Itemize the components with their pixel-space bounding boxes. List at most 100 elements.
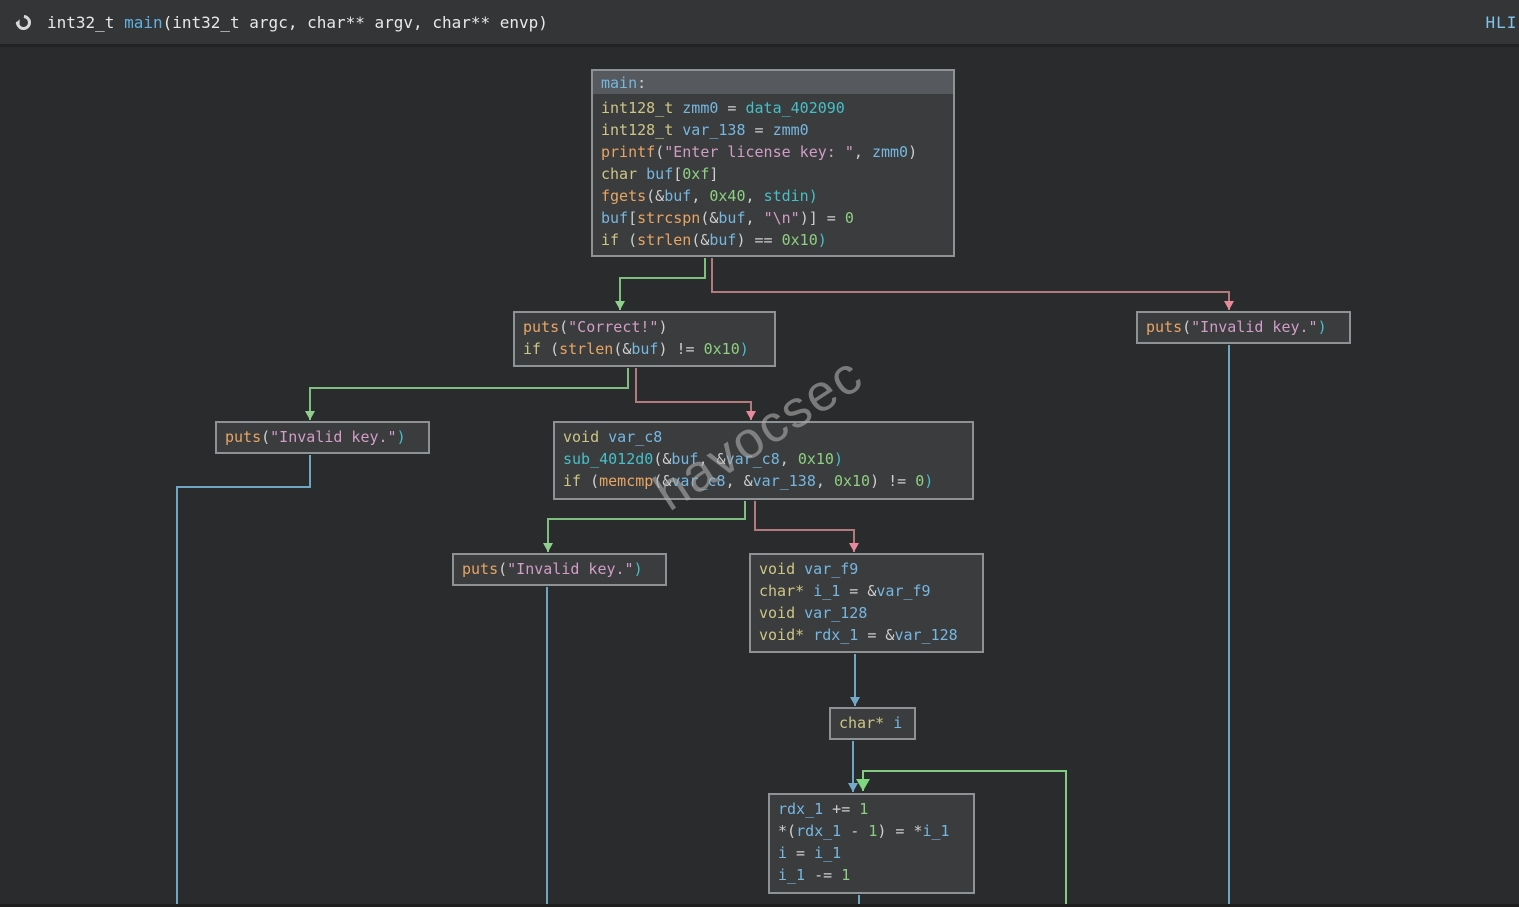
token-var: rdx_1: [813, 626, 858, 644]
token-op: (: [541, 340, 559, 358]
token-op: =: [787, 844, 814, 862]
token-var: var_f9: [876, 582, 930, 600]
token-kw: void: [759, 604, 795, 622]
code-line[interactable]: puts("Invalid key."): [225, 426, 420, 448]
token-op: [: [628, 209, 637, 227]
token-kw: void: [563, 428, 599, 446]
token-str: "Invalid key.": [507, 560, 633, 578]
block-body: void var_c8sub_4012d0(&buf, &var_c8, 0x1…: [555, 423, 972, 496]
token-op: ): [658, 318, 667, 336]
token-op: (&: [691, 231, 709, 249]
token-fn: puts: [523, 318, 559, 336]
token-op: (&: [653, 472, 671, 490]
token-op: )] =: [800, 209, 845, 227]
edge-correct-to-invalid_left: [310, 368, 628, 420]
token-op: ,: [780, 450, 798, 468]
token-kw: int128_t: [601, 99, 673, 117]
token-var: var_128: [804, 604, 867, 622]
token-var: var_c8: [726, 450, 780, 468]
token-kw: if: [601, 231, 619, 249]
token-op: [599, 428, 608, 446]
block-body: puts("Invalid key."): [454, 555, 665, 584]
token-op: , &: [726, 472, 753, 490]
token-op: [673, 99, 682, 117]
code-line[interactable]: char buf[0xf]: [601, 163, 945, 185]
code-line[interactable]: void var_c8: [563, 426, 964, 448]
token-var: buf: [631, 340, 658, 358]
code-line[interactable]: char* i: [839, 712, 906, 734]
token-str: "Enter license key: ": [664, 143, 854, 161]
token-op: +=: [823, 800, 859, 818]
token-sym: stdin: [764, 187, 809, 205]
code-line[interactable]: i = i_1: [778, 842, 965, 864]
token-kw: char: [601, 165, 637, 183]
code-line[interactable]: void var_f9: [759, 558, 974, 580]
token-sym: ): [740, 340, 749, 358]
token-num: 1: [859, 800, 868, 818]
edge-invalid_left-to-offscreen_bottom: [177, 455, 310, 904]
token-sym: ): [634, 560, 643, 578]
code-line[interactable]: if (strlen(&buf) == 0x10): [601, 229, 945, 251]
code-line[interactable]: int128_t var_138 = zmm0: [601, 119, 945, 141]
code-line[interactable]: *(rdx_1 - 1) = *i_1: [778, 820, 965, 842]
code-line[interactable]: buf[strcspn(&buf, "\n")] = 0: [601, 207, 945, 229]
code-line[interactable]: puts("Invalid key."): [1146, 316, 1341, 338]
token-op: (&: [613, 340, 631, 358]
code-line[interactable]: char* i_1 = &var_f9: [759, 580, 974, 602]
token-sym: sub_4012d0: [563, 450, 653, 468]
edge-var_c8-to-var_f9: [755, 501, 854, 552]
token-sym: ): [924, 472, 933, 490]
view-mode-label[interactable]: HLIL: [1485, 13, 1519, 32]
code-line[interactable]: sub_4012d0(&buf, &var_c8, 0x10): [563, 448, 964, 470]
token-var: buf: [646, 165, 673, 183]
basic-block-invalid-left[interactable]: puts("Invalid key."): [215, 421, 430, 454]
token-op: (: [559, 318, 568, 336]
code-line[interactable]: void* rdx_1 = &var_128: [759, 624, 974, 646]
code-line[interactable]: int128_t zmm0 = data_402090: [601, 97, 945, 119]
token-var: i_1: [778, 866, 805, 884]
token-sym: data_402090: [746, 99, 845, 117]
token-op: [804, 582, 813, 600]
basic-block-var-c8[interactable]: void var_c8sub_4012d0(&buf, &var_c8, 0x1…: [553, 421, 974, 500]
code-line[interactable]: puts("Invalid key."): [462, 558, 657, 580]
token-op: [804, 626, 813, 644]
token-op: ) !=: [870, 472, 915, 490]
token-sym: ): [818, 231, 827, 249]
code-line[interactable]: void var_128: [759, 602, 974, 624]
block-title[interactable]: main:: [593, 71, 953, 94]
block-body: rdx_1 += 1*(rdx_1 - 1) = *i_1i = i_1i_1 …: [770, 795, 973, 890]
code-line[interactable]: puts("Correct!"): [523, 316, 766, 338]
basic-block-correct[interactable]: puts("Correct!")if (strlen(&buf) != 0x10…: [513, 311, 776, 367]
loading-spinner-icon: [13, 11, 34, 32]
token-kw: if: [523, 340, 541, 358]
token-var: var_c8: [608, 428, 662, 446]
code-line[interactable]: if (strlen(&buf) != 0x10): [523, 338, 766, 360]
code-line[interactable]: rdx_1 += 1: [778, 798, 965, 820]
token-sym: ): [834, 450, 843, 468]
basic-block-main[interactable]: main: int128_t zmm0 = data_402090int128_t…: [591, 69, 955, 257]
token-op: ,: [746, 209, 764, 227]
code-line[interactable]: i_1 -= 1: [778, 864, 965, 886]
basic-block-invalid-right[interactable]: puts("Invalid key."): [1136, 311, 1351, 344]
token-var: var_138: [753, 472, 816, 490]
token-var: i_1: [813, 582, 840, 600]
token-fn: strlen: [559, 340, 613, 358]
token-sym: ): [1318, 318, 1327, 336]
code-line[interactable]: fgets(&buf, 0x40, stdin): [601, 185, 945, 207]
token-op: (: [655, 143, 664, 161]
basic-block-invalid-center[interactable]: puts("Invalid key."): [452, 553, 667, 586]
block-body: puts("Invalid key."): [217, 423, 428, 452]
basic-block-char-i[interactable]: char* i: [829, 707, 916, 740]
token-var: zmm0: [682, 99, 718, 117]
token-op: (: [1182, 318, 1191, 336]
token-op: [795, 560, 804, 578]
code-line[interactable]: if (memcmp(&var_c8, &var_138, 0x10) != 0…: [563, 470, 964, 492]
basic-block-var-f9[interactable]: void var_f9char* i_1 = &var_f9void var_1…: [749, 553, 984, 653]
token-op: (&: [646, 187, 664, 205]
code-line[interactable]: printf("Enter license key: ", zmm0): [601, 141, 945, 163]
token-op: [884, 714, 893, 732]
token-fn: memcmp: [599, 472, 653, 490]
basic-block-loop[interactable]: rdx_1 += 1*(rdx_1 - 1) = *i_1i = i_1i_1 …: [768, 793, 975, 894]
token-var: buf: [671, 450, 698, 468]
edge-correct-to-var_c8: [636, 368, 751, 420]
